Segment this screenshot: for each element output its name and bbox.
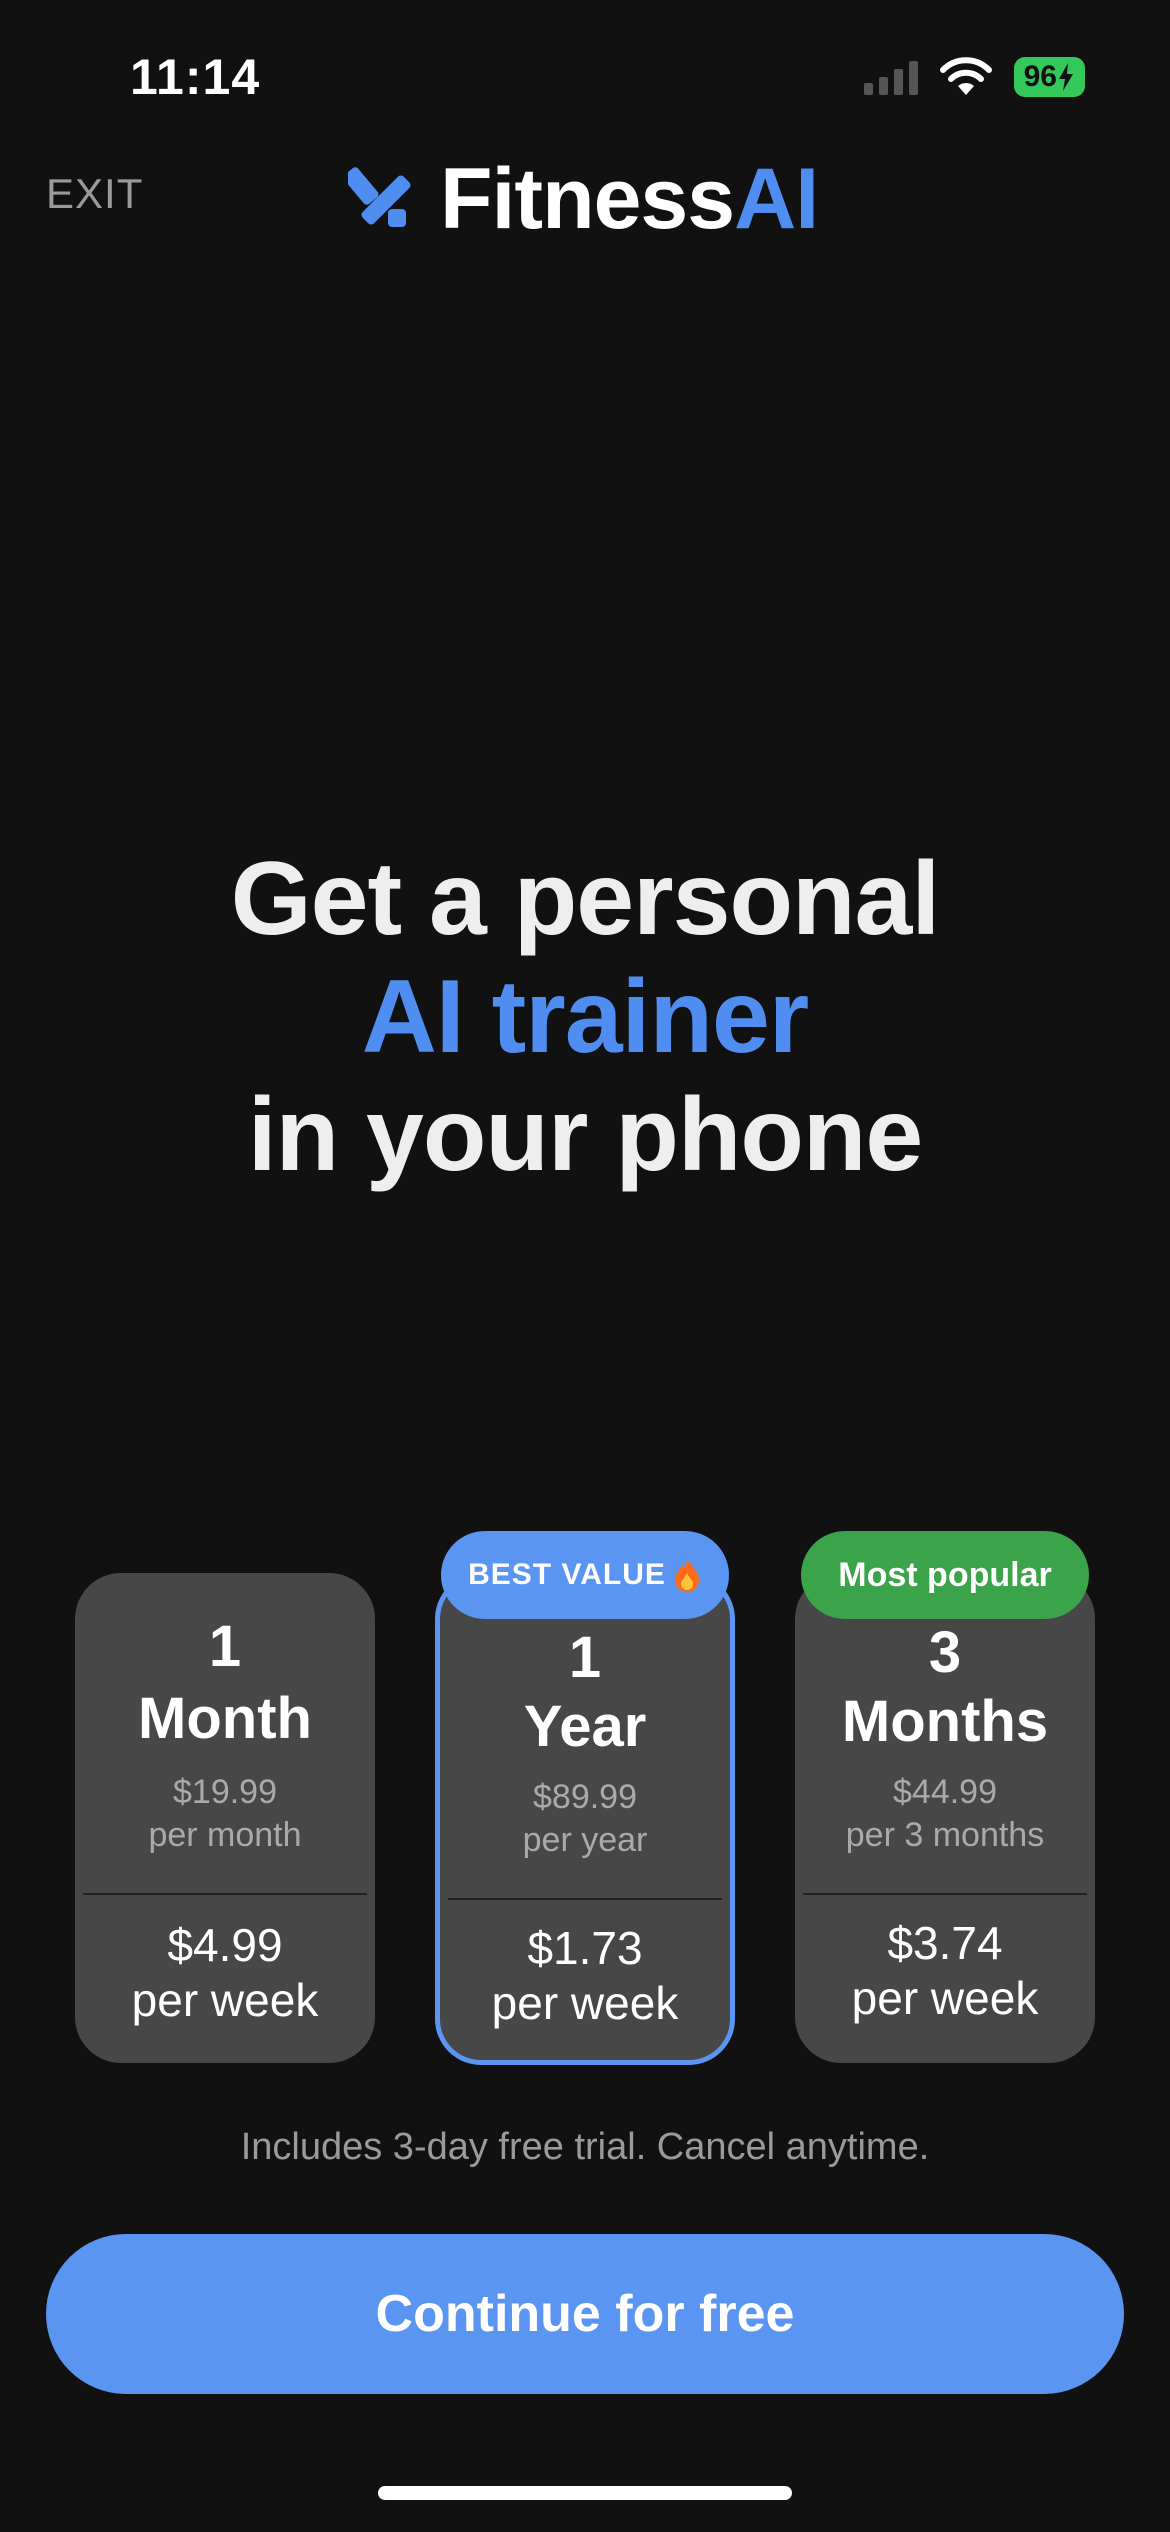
headline: Get a personal AI trainer in your phone bbox=[0, 840, 1170, 1194]
plan-price: $89.99 bbox=[533, 1778, 637, 1816]
trial-note: Includes 3-day free trial. Cancel anytim… bbox=[240, 2126, 930, 2168]
plan-number: 3 bbox=[928, 1620, 962, 1685]
paywall-screen: 11:14 96 EXIT FitnessAI Get a personal A… bbox=[0, 0, 1170, 2532]
plan-divider bbox=[448, 1898, 722, 1900]
most-popular-badge: Most popular bbox=[801, 1531, 1089, 1619]
plan-price: $44.99 bbox=[893, 1773, 997, 1811]
plan-unit: Month bbox=[138, 1686, 312, 1751]
plan-number: 1 bbox=[208, 1614, 242, 1679]
signal-icon bbox=[863, 59, 918, 95]
fire-icon bbox=[674, 1558, 699, 1592]
best-value-badge: BEST VALUE bbox=[441, 1531, 729, 1619]
plan-unit: Year bbox=[523, 1694, 647, 1759]
exit-button[interactable]: EXIT bbox=[46, 170, 143, 218]
plan-period: per 3 months bbox=[845, 1816, 1045, 1854]
plan-weekly-price: $4.99 bbox=[167, 1919, 283, 1971]
plan-weekly-price: $3.74 bbox=[887, 1917, 1003, 1969]
plan-period: per month bbox=[148, 1816, 302, 1854]
headline-line-3: in your phone bbox=[247, 1077, 924, 1193]
status-icons: 96 bbox=[863, 52, 1085, 102]
fitnessai-logo-icon bbox=[348, 166, 411, 227]
plan-card-3-months[interactable]: 3 Months $44.99 per 3 months $3.74 per w… bbox=[795, 1573, 1095, 2063]
headline-line-2: AI trainer bbox=[361, 959, 810, 1075]
plan-card-month[interactable]: 1 Month $19.99 per month $4.99 per week bbox=[75, 1573, 375, 2063]
plan-weekly-label: per week bbox=[131, 1974, 319, 2026]
home-indicator bbox=[378, 2486, 792, 2500]
plan-divider bbox=[83, 1893, 367, 1895]
plan-weekly-price: $1.73 bbox=[527, 1922, 643, 1974]
battery-indicator: 96 bbox=[1013, 57, 1085, 97]
headline-line-1: Get a personal bbox=[230, 841, 940, 957]
plan-number: 1 bbox=[568, 1625, 602, 1690]
brand-suffix: AI bbox=[734, 151, 819, 247]
brand-logo: FitnessAI bbox=[348, 150, 819, 249]
brand-prefix: Fitness bbox=[440, 151, 735, 247]
plan-weekly-label: per week bbox=[491, 1977, 679, 2029]
charging-bolt-icon bbox=[1059, 63, 1073, 91]
battery-level: 96 bbox=[1023, 60, 1057, 93]
status-time: 11:14 bbox=[130, 49, 261, 105]
wifi-icon bbox=[939, 57, 992, 95]
badge-label: BEST VALUE bbox=[468, 1558, 666, 1591]
plan-weekly-label: per week bbox=[851, 1972, 1039, 2024]
plan-card-year[interactable]: 1 Year $89.99 per year $1.73 per week bbox=[435, 1573, 735, 2065]
plan-unit: Months bbox=[841, 1689, 1049, 1754]
app-title: FitnessAI bbox=[440, 150, 819, 249]
continue-button[interactable]: Continue for free bbox=[46, 2234, 1124, 2394]
plan-price: $19.99 bbox=[173, 1773, 277, 1811]
plan-period: per year bbox=[522, 1821, 648, 1859]
plan-divider bbox=[803, 1893, 1087, 1895]
